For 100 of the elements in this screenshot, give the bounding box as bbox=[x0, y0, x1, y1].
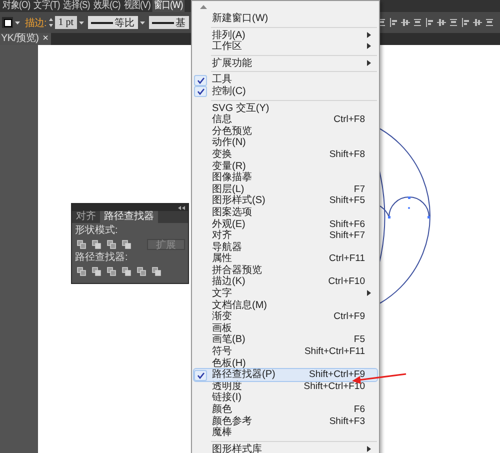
menu-item[interactable]: 信息 Ctrl+F8 bbox=[194, 114, 377, 126]
close-icon[interactable]: × bbox=[42, 33, 48, 45]
dropdown-arrow-icon[interactable] bbox=[138, 20, 146, 26]
panel-tab[interactable]: 对齐 bbox=[72, 211, 100, 223]
menu-item-label: 信息 bbox=[211, 114, 233, 126]
menu-item-label: SVG 交互(Y) bbox=[211, 102, 270, 114]
menu-item[interactable]: 对齐 Shift+F7 bbox=[194, 230, 377, 242]
menu-item[interactable]: 图像描摹 bbox=[194, 172, 377, 184]
section-label: 形状模式: bbox=[75, 225, 119, 237]
shortcut-label: Shift+Ctrl+F11 bbox=[304, 346, 366, 358]
menu-item[interactable]: 属性 Ctrl+F11 bbox=[194, 253, 377, 265]
menu-item[interactable]: 魔棒 bbox=[194, 427, 377, 439]
menu-item[interactable]: 颜色 F6 bbox=[194, 404, 377, 416]
menu-item[interactable]: 画板 bbox=[194, 322, 377, 334]
align-icon[interactable] bbox=[461, 18, 470, 27]
menu-item[interactable]: 渐变 Ctrl+F9 bbox=[194, 311, 377, 323]
align-icon[interactable] bbox=[473, 18, 482, 27]
brush-field[interactable]: 基 bbox=[148, 16, 189, 29]
document-tab[interactable]: YK/预览) × bbox=[0, 33, 52, 45]
menu-item-label: 渐变 bbox=[211, 311, 233, 322]
shortcut-label: Shift+F3 bbox=[329, 416, 366, 428]
menu-item[interactable]: 图形样式库 bbox=[194, 444, 377, 453]
menu-bar-item[interactable]: 效果(C) bbox=[92, 0, 122, 12]
menu-item[interactable]: 路径查找器(P) Shift+Ctrl+F9 bbox=[194, 369, 377, 381]
align-icon[interactable] bbox=[485, 18, 494, 27]
menu-item-label: 颜色参考 bbox=[211, 416, 253, 427]
menu-item[interactable]: SVG 交互(Y) bbox=[194, 102, 377, 114]
menu-item[interactable]: 描边(K) Ctrl+F10 bbox=[194, 276, 377, 288]
panel-tab[interactable]: 路径查找器 bbox=[100, 211, 158, 223]
menu-item[interactable]: 拼合器预览 bbox=[194, 264, 377, 276]
menu-item[interactable]: 导航器 bbox=[194, 242, 377, 254]
align-icon[interactable] bbox=[401, 18, 410, 27]
menu-item-label: 魔棒 bbox=[211, 427, 233, 439]
menu-item[interactable]: 链接(I) bbox=[194, 392, 377, 404]
menu-item-label: 链接(I) bbox=[211, 392, 242, 404]
shortcut-label: Shift+F6 bbox=[329, 218, 366, 230]
menu-item[interactable]: 工作区 bbox=[194, 41, 377, 53]
align-icon[interactable] bbox=[425, 18, 434, 27]
menu-bar-item[interactable]: 对象(O) bbox=[1, 0, 32, 12]
dropdown-arrow-icon[interactable] bbox=[14, 20, 21, 26]
menu-item-label: 工作区 bbox=[211, 41, 242, 53]
section-label: 路径查找器: bbox=[75, 252, 129, 264]
menu-item-label: 新建窗口(W) bbox=[211, 13, 270, 25]
menu-item[interactable]: 分色预览 bbox=[194, 126, 377, 138]
menu-item[interactable]: 图案选项 bbox=[194, 206, 377, 218]
stroke-label: 描边: bbox=[25, 16, 46, 30]
menu-item-label: 画笔(B) bbox=[211, 334, 246, 346]
menu-item-label: 图像描摹 bbox=[211, 172, 253, 184]
menu-item-label: 扩展功能 bbox=[211, 58, 253, 70]
menu-item-label: 图形样式库 bbox=[211, 444, 263, 453]
menu-item[interactable]: 工具 bbox=[194, 74, 377, 86]
menu-item-label: 导航器 bbox=[211, 242, 243, 253]
menu-item-label: 色板(H) bbox=[211, 358, 247, 369]
shortcut-label: Ctrl+F11 bbox=[329, 253, 366, 265]
menu-item[interactable]: 新建窗口(W) bbox=[194, 13, 377, 25]
menu-item[interactable]: 文字 bbox=[194, 288, 377, 300]
menu-item[interactable]: 画笔(B) F5 bbox=[194, 334, 377, 346]
menu-item-label: 拼合器预览 bbox=[211, 264, 263, 276]
align-icon[interactable] bbox=[389, 18, 398, 27]
align-icon[interactable] bbox=[437, 18, 446, 27]
menu-item-label: 分色预览 bbox=[211, 126, 253, 137]
menu-item-label: 图层(L) bbox=[211, 184, 244, 195]
stroke-profile-field[interactable]: 等比 bbox=[88, 16, 138, 29]
menu-bar-item[interactable]: 视图(V) bbox=[122, 0, 152, 12]
stroke-line-icon bbox=[152, 21, 174, 24]
menu-item-label: 动作(N) bbox=[211, 137, 247, 148]
shortcut-label: Ctrl+F9 bbox=[334, 311, 366, 323]
menu-bar-item[interactable]: 选择(S) bbox=[62, 0, 92, 12]
shortcut-label: Shift+F5 bbox=[329, 195, 366, 207]
menu-item[interactable]: 控制(C) bbox=[194, 86, 377, 98]
menu-item[interactable]: 图层(L) F7 bbox=[194, 184, 377, 196]
align-icon[interactable] bbox=[449, 18, 458, 27]
menu-item[interactable]: 排列(A) bbox=[194, 30, 377, 42]
menu-item[interactable]: 颜色参考 Shift+F3 bbox=[194, 416, 377, 428]
menu-item[interactable]: 文档信息(M) bbox=[194, 300, 377, 312]
menu-item[interactable]: 变换 Shift+F8 bbox=[194, 148, 377, 161]
scroll-up-icon[interactable] bbox=[200, 5, 207, 9]
shortcut-label: F6 bbox=[354, 404, 366, 416]
menu-item-label: 变换 bbox=[211, 148, 233, 160]
menu-item-label: 变量(R) bbox=[211, 160, 246, 172]
menu-item[interactable]: 动作(N) bbox=[194, 137, 377, 149]
shortcut-label: Ctrl+F8 bbox=[334, 114, 366, 126]
align-icon[interactable] bbox=[413, 18, 422, 27]
menu-item-label: 文字 bbox=[211, 288, 233, 300]
shortcut-label: F7 bbox=[354, 184, 366, 196]
menu-item[interactable]: 变量(R) bbox=[194, 160, 377, 172]
shortcut-label: Shift+Ctrl+F9 bbox=[309, 369, 366, 381]
menu-item-label: 文档信息(M) bbox=[211, 300, 268, 311]
menu-item-label: 图形样式(S) bbox=[211, 195, 266, 206]
menu-item[interactable]: 符号 Shift+Ctrl+F11 bbox=[194, 346, 377, 358]
menu-item-label: 描边(K) bbox=[211, 276, 246, 288]
fill-swatch[interactable] bbox=[2, 17, 13, 28]
menu-item-label: 排列(A) bbox=[211, 30, 246, 41]
menu-item[interactable]: 外观(E) Shift+F6 bbox=[194, 218, 377, 230]
dropdown-arrow-icon[interactable] bbox=[78, 20, 85, 26]
menu-item[interactable]: 图形样式(S) Shift+F5 bbox=[194, 195, 377, 207]
menu-item[interactable]: 扩展功能 bbox=[194, 58, 377, 70]
shortcut-label: Shift+Ctrl+F10 bbox=[304, 380, 366, 392]
menu-item[interactable]: 色板(H) bbox=[194, 358, 377, 370]
menu-item-label: 工具 bbox=[211, 74, 233, 86]
